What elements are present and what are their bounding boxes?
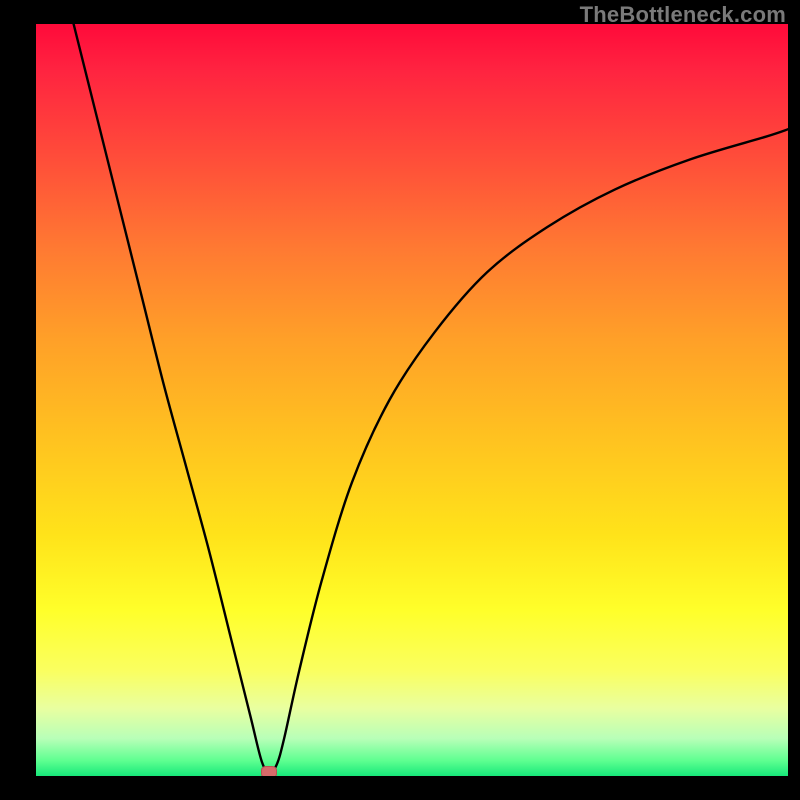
chart-frame: TheBottleneck.com	[0, 0, 800, 800]
plot-area	[36, 24, 788, 776]
optimum-point-marker	[261, 766, 277, 776]
watermark-text: TheBottleneck.com	[580, 2, 786, 28]
bottleneck-curve	[74, 24, 788, 772]
curve-svg	[36, 24, 788, 776]
